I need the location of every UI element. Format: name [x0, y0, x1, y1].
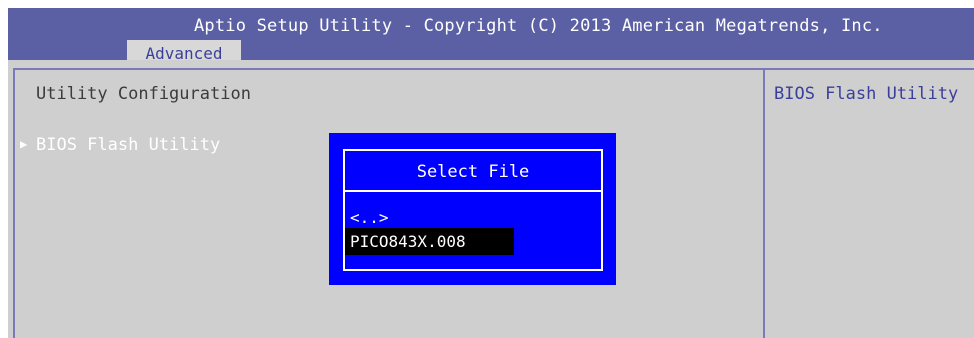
section-title: Utility Configuration	[36, 84, 251, 104]
dialog-divider	[343, 190, 603, 192]
header-bar: Aptio Setup Utility - Copyright (C) 2013…	[8, 8, 974, 68]
dialog-title: Select File	[416, 162, 530, 182]
select-file-dialog: Select File <..> PICO843X.008	[329, 133, 616, 285]
file-item-parent-dir[interactable]: <..>	[350, 208, 389, 227]
file-item-selected[interactable]: PICO843X.008	[345, 228, 514, 255]
help-panel	[765, 68, 974, 338]
submenu-arrow-icon: ▶	[20, 137, 28, 151]
menu-item-bios-flash-utility[interactable]: ▶ BIOS Flash Utility	[20, 135, 220, 155]
menu-item-label: BIOS Flash Utility	[36, 135, 221, 155]
help-text: BIOS Flash Utility	[774, 84, 959, 104]
bios-setup-screen: Aptio Setup Utility - Copyright (C) 2013…	[0, 0, 974, 338]
app-title: Aptio Setup Utility - Copyright (C) 2013…	[194, 16, 883, 36]
